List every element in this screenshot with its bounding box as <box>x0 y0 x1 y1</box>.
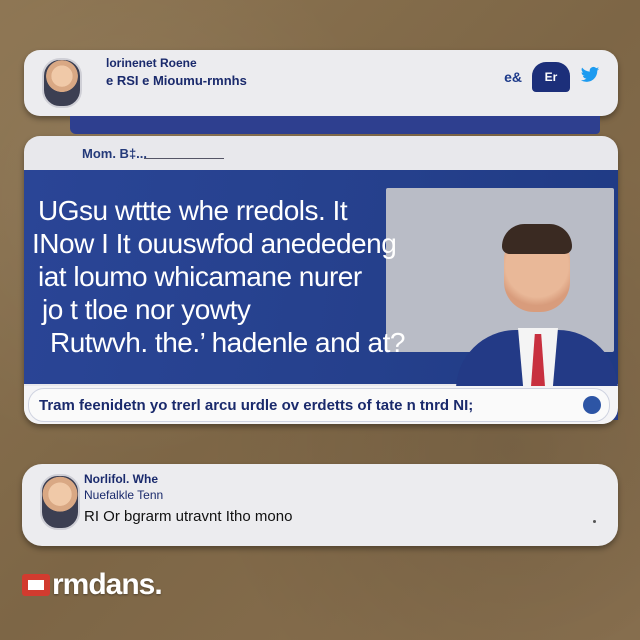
logo-mark-icon <box>22 572 50 598</box>
news-post-card[interactable]: Mom. B‡... UGsu wttte whe rredols. It IN… <box>24 136 618 424</box>
reply-author-subtitle: Nuefalkle Tenn <box>84 488 164 502</box>
more-options-dot[interactable] <box>593 520 596 523</box>
reply-text: RI Or bgrarm utravnt Itho mono <box>84 508 293 525</box>
tag-label[interactable]: e& <box>504 69 522 85</box>
avatar[interactable] <box>42 58 82 108</box>
post-header: Mom. B‡... <box>82 146 148 161</box>
author-handle: e RSI e Mioumu-rmnhs <box>106 73 247 88</box>
ticker-text: Tram feenidetn yo trerl arcu urdle ov er… <box>39 396 474 414</box>
ticker-bar: Tram feenidetn yo trerl arcu urdle ov er… <box>24 386 618 424</box>
brand-logo: rmdans. <box>22 568 163 602</box>
ticker-pill[interactable]: Tram feenidetn yo trerl arcu urdle ov er… <box>28 388 610 422</box>
top-card-actions: e& Er <box>504 62 600 92</box>
ticker-icon[interactable] <box>583 396 601 414</box>
card-accent-strip <box>70 116 600 134</box>
headline-panel: UGsu wttte whe rredols. It INow I It ouu… <box>24 170 618 420</box>
top-tweet-card[interactable]: lorinenet Roene e RSI e Mioumu-rmnhs e& … <box>24 50 618 134</box>
author-name[interactable]: lorinenet Roene <box>106 56 197 70</box>
logo-text: rmdans. <box>52 568 163 601</box>
reply-card[interactable]: Norlifol. Whe Nuefalkle Tenn RI Or bgrar… <box>22 464 618 546</box>
headline-line: UGsu wttte whe rredols. It <box>38 195 348 226</box>
headline-line: jo t tloe nor yowty <box>42 294 251 325</box>
avatar[interactable] <box>40 474 80 530</box>
reply-author-name[interactable]: Norlifol. Whe <box>84 472 158 486</box>
headline-line: iat loumo whicamane nurer <box>38 261 362 292</box>
headline-line: INow I It ouuswfod anededeng <box>32 228 397 259</box>
headline-line: Rutwvh. the.’ hadenle and at? <box>50 327 405 358</box>
tag-badge[interactable]: Er <box>532 62 570 92</box>
twitter-bird-icon[interactable] <box>580 66 600 89</box>
header-divider <box>144 158 224 159</box>
headline-text: UGsu wttte whe rredols. It INow I It ouu… <box>32 194 532 359</box>
